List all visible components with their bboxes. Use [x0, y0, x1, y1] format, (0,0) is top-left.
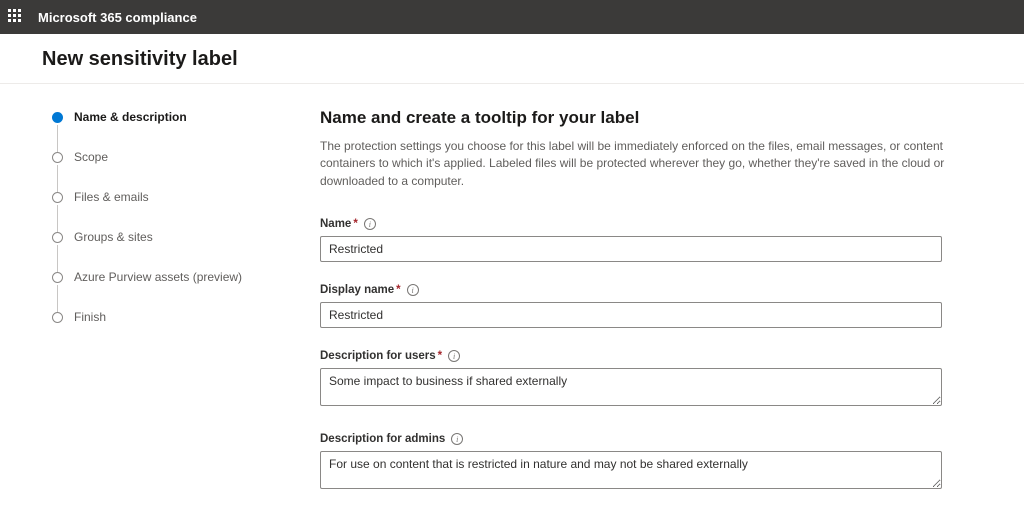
body: Name & description Scope Files & emails …: [0, 84, 1024, 510]
step-label: Finish: [74, 310, 106, 324]
field-label: Display name*: [320, 284, 401, 296]
step-label: Groups & sites: [74, 230, 153, 244]
step-label: Name & description: [74, 110, 187, 124]
description-users-input[interactable]: [320, 368, 942, 406]
step-dot-icon: [52, 192, 63, 203]
field-label: Name*: [320, 218, 358, 230]
app-name: Microsoft 365 compliance: [38, 10, 197, 25]
step-finish[interactable]: Finish: [52, 310, 280, 330]
wizard-stepper: Name & description Scope Files & emails …: [0, 84, 300, 510]
info-icon[interactable]: i: [451, 433, 463, 445]
step-dot-icon: [52, 272, 63, 283]
step-name-description[interactable]: Name & description: [52, 110, 280, 150]
field-description-admins: Description for admins i: [320, 433, 992, 494]
description-admins-input[interactable]: [320, 451, 942, 489]
step-label: Files & emails: [74, 190, 149, 204]
step-files-emails[interactable]: Files & emails: [52, 190, 280, 230]
content-panel: Name and create a tooltip for your label…: [300, 84, 1024, 510]
step-label: Scope: [74, 150, 108, 164]
content-heading: Name and create a tooltip for your label: [320, 108, 992, 128]
page-header: New sensitivity label: [0, 34, 1024, 84]
step-groups-sites[interactable]: Groups & sites: [52, 230, 280, 270]
step-dot-icon: [52, 232, 63, 243]
info-icon[interactable]: i: [364, 218, 376, 230]
field-description-users: Description for users* i: [320, 350, 992, 411]
display-name-input[interactable]: [320, 302, 942, 328]
content-intro: The protection settings you choose for t…: [320, 138, 960, 190]
step-scope[interactable]: Scope: [52, 150, 280, 190]
top-bar: Microsoft 365 compliance: [0, 0, 1024, 34]
page-title: New sensitivity label: [42, 48, 982, 71]
field-name: Name* i: [320, 218, 992, 262]
step-azure-purview[interactable]: Azure Purview assets (preview): [52, 270, 280, 310]
step-label: Azure Purview assets (preview): [74, 270, 242, 284]
info-icon[interactable]: i: [448, 350, 460, 362]
window: Microsoft 365 compliance New sensitivity…: [0, 0, 1024, 510]
step-dot-icon: [52, 312, 63, 323]
field-display-name: Display name* i: [320, 284, 992, 328]
app-launcher-icon[interactable]: [8, 9, 24, 25]
step-dot-icon: [52, 152, 63, 163]
name-input[interactable]: [320, 236, 942, 262]
field-label: Description for users*: [320, 350, 442, 362]
info-icon[interactable]: i: [407, 284, 419, 296]
step-dot-icon: [52, 112, 63, 123]
field-label: Description for admins: [320, 433, 445, 445]
